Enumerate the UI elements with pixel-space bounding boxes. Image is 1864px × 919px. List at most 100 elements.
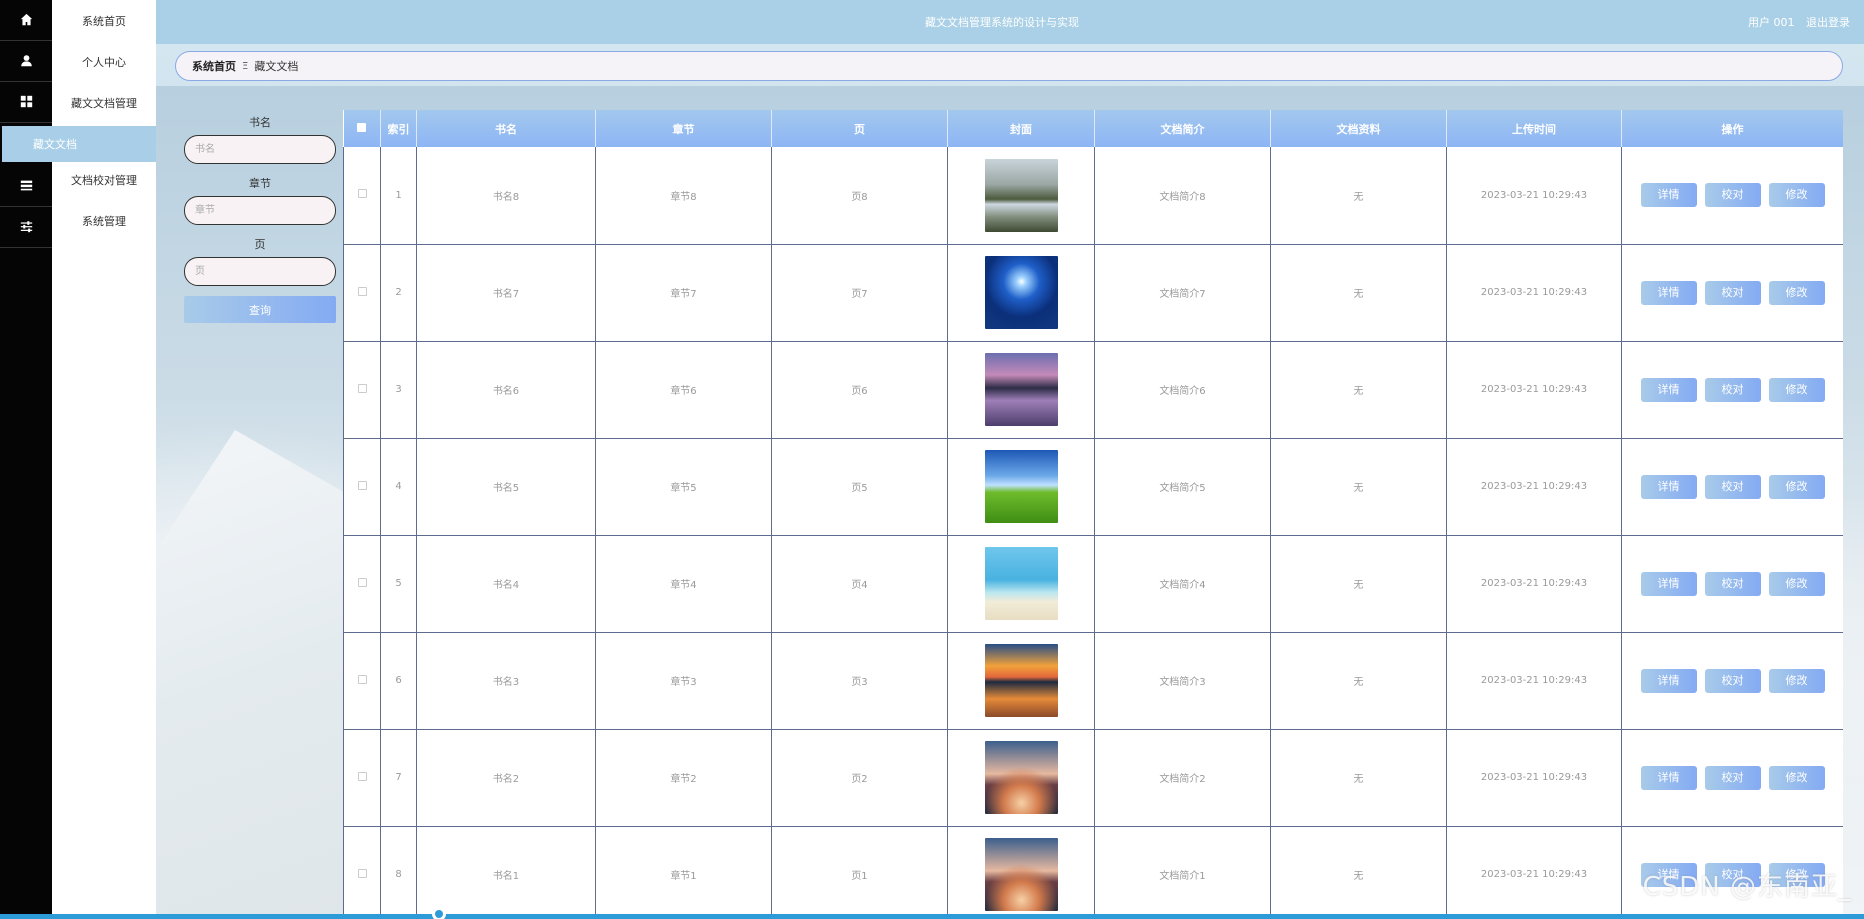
proofread-button[interactable]: 校对 <box>1704 474 1761 499</box>
cover-thumbnail[interactable] <box>984 644 1058 717</box>
cover-thumbnail[interactable] <box>984 256 1058 329</box>
cell-actions: 详情 校对 修改 <box>1621 147 1843 245</box>
proofread-button[interactable]: 校对 <box>1704 571 1761 596</box>
row-checkbox[interactable] <box>357 480 367 490</box>
scrollbar-handle[interactable] <box>432 907 446 919</box>
edit-button[interactable]: 修改 <box>1768 765 1825 790</box>
edit-button[interactable]: 修改 <box>1768 280 1825 305</box>
search-panel: 书名 章节 页 查询 <box>184 115 336 323</box>
column-header-page: 页 <box>771 110 948 147</box>
row-checkbox[interactable] <box>357 674 367 684</box>
proofread-button[interactable]: 校对 <box>1704 280 1761 305</box>
row-checkbox[interactable] <box>357 771 367 781</box>
rail-home[interactable] <box>0 0 52 41</box>
sliders-icon <box>20 218 33 237</box>
proofread-button[interactable]: 校对 <box>1704 183 1761 208</box>
page-input[interactable] <box>184 257 336 286</box>
detail-button[interactable]: 详情 <box>1640 183 1697 208</box>
current-user: 用户 001 <box>1748 16 1795 29</box>
cell-chapter: 章节1 <box>595 826 772 919</box>
book-name-input[interactable] <box>184 135 336 164</box>
cell-actions: 详情 校对 修改 <box>1621 729 1843 827</box>
cell-book: 书名5 <box>416 438 596 536</box>
row-checkbox[interactable] <box>357 868 367 878</box>
cover-thumbnail[interactable] <box>984 450 1058 523</box>
table-row: 8 书名1 章节1 页1 文档简介1 无 2023-03-21 10:29:43 详情 校对 修改 <box>343 826 1843 919</box>
cell-index: 3 <box>380 341 417 439</box>
app-title: 藏文文档管理系统的设计与实现 <box>925 16 1079 29</box>
proofread-button[interactable]: 校对 <box>1704 668 1761 693</box>
sidebar-item-system-management[interactable]: 系统管理 <box>52 200 156 241</box>
cell-chapter: 章节7 <box>595 244 772 342</box>
cell-index: 2 <box>380 244 417 342</box>
detail-button[interactable]: 详情 <box>1640 668 1697 693</box>
cell-book: 书名2 <box>416 729 596 827</box>
cell-book: 书名8 <box>416 147 596 245</box>
cell-intro: 文档简介3 <box>1094 632 1271 730</box>
column-header-intro: 文档简介 <box>1094 110 1271 147</box>
logout-link[interactable]: 退出登录 <box>1806 16 1850 29</box>
row-checkbox[interactable] <box>357 286 367 296</box>
cell-index: 1 <box>380 147 417 245</box>
cell-material: 无 <box>1270 341 1447 439</box>
rail-documents[interactable] <box>0 82 52 123</box>
cell-material: 无 <box>1270 535 1447 633</box>
row-checkbox[interactable] <box>357 383 367 393</box>
cell-upload-time: 2023-03-21 10:29:43 <box>1446 729 1622 827</box>
select-all-checkbox[interactable] <box>357 123 367 132</box>
edit-button[interactable]: 修改 <box>1768 377 1825 402</box>
proofread-button[interactable]: 校对 <box>1704 377 1761 402</box>
home-icon <box>20 11 33 30</box>
chapter-input[interactable] <box>184 196 336 225</box>
edit-button[interactable]: 修改 <box>1768 571 1825 596</box>
chapter-label: 章节 <box>249 177 271 190</box>
cell-index: 7 <box>380 729 417 827</box>
edit-button[interactable]: 修改 <box>1768 668 1825 693</box>
cover-thumbnail[interactable] <box>984 741 1058 814</box>
cell-upload-time: 2023-03-21 10:29:43 <box>1446 632 1622 730</box>
cover-thumbnail[interactable] <box>984 353 1058 426</box>
cell-book: 书名7 <box>416 244 596 342</box>
detail-button[interactable]: 详情 <box>1640 765 1697 790</box>
cell-upload-time: 2023-03-21 10:29:43 <box>1446 826 1622 919</box>
row-checkbox[interactable] <box>357 577 367 587</box>
column-header-material: 文档资料 <box>1270 110 1447 147</box>
cell-actions: 详情 校对 修改 <box>1621 341 1843 439</box>
detail-button[interactable]: 详情 <box>1640 474 1697 499</box>
cell-index: 5 <box>380 535 417 633</box>
cell-page: 页3 <box>771 632 948 730</box>
sidebar-item-proofread-management[interactable]: 文档校对管理 <box>52 159 156 200</box>
cover-thumbnail[interactable] <box>984 547 1058 620</box>
cell-upload-time: 2023-03-21 10:29:43 <box>1446 535 1622 633</box>
horizontal-scrollbar[interactable] <box>0 914 1864 919</box>
rail-system[interactable] <box>0 207 52 248</box>
rail-proofread[interactable] <box>0 166 52 207</box>
row-checkbox[interactable] <box>357 189 367 199</box>
rail-user[interactable] <box>0 41 52 82</box>
query-button[interactable]: 查询 <box>184 296 336 323</box>
cell-book: 书名4 <box>416 535 596 633</box>
top-header: 藏文文档管理系统的设计与实现 用户 001 退出登录 <box>156 0 1864 44</box>
edit-button[interactable]: 修改 <box>1768 474 1825 499</box>
cell-cover <box>947 826 1095 919</box>
edit-button[interactable]: 修改 <box>1768 183 1825 208</box>
cell-upload-time: 2023-03-21 10:29:43 <box>1446 438 1622 536</box>
cell-chapter: 章节4 <box>595 535 772 633</box>
detail-button[interactable]: 详情 <box>1640 377 1697 402</box>
sidebar-subitem-documents[interactable]: 藏文文档 <box>2 126 156 162</box>
detail-button[interactable]: 详情 <box>1640 280 1697 305</box>
sidebar-item-document-management[interactable]: 藏文文档管理 <box>52 82 156 123</box>
breadcrumb-home[interactable]: 系统首页 <box>192 58 236 74</box>
cell-book: 书名3 <box>416 632 596 730</box>
sidebar-item-profile[interactable]: 个人中心 <box>52 41 156 82</box>
cover-thumbnail[interactable] <box>984 158 1058 232</box>
detail-button[interactable]: 详情 <box>1640 571 1697 596</box>
cover-thumbnail[interactable] <box>984 838 1058 911</box>
cell-chapter: 章节6 <box>595 341 772 439</box>
cell-book: 书名6 <box>416 341 596 439</box>
cell-intro: 文档简介4 <box>1094 535 1271 633</box>
proofread-button[interactable]: 校对 <box>1704 765 1761 790</box>
cell-cover <box>947 244 1095 342</box>
row-select-cell <box>343 535 381 633</box>
sidebar-item-home[interactable]: 系统首页 <box>52 0 156 41</box>
